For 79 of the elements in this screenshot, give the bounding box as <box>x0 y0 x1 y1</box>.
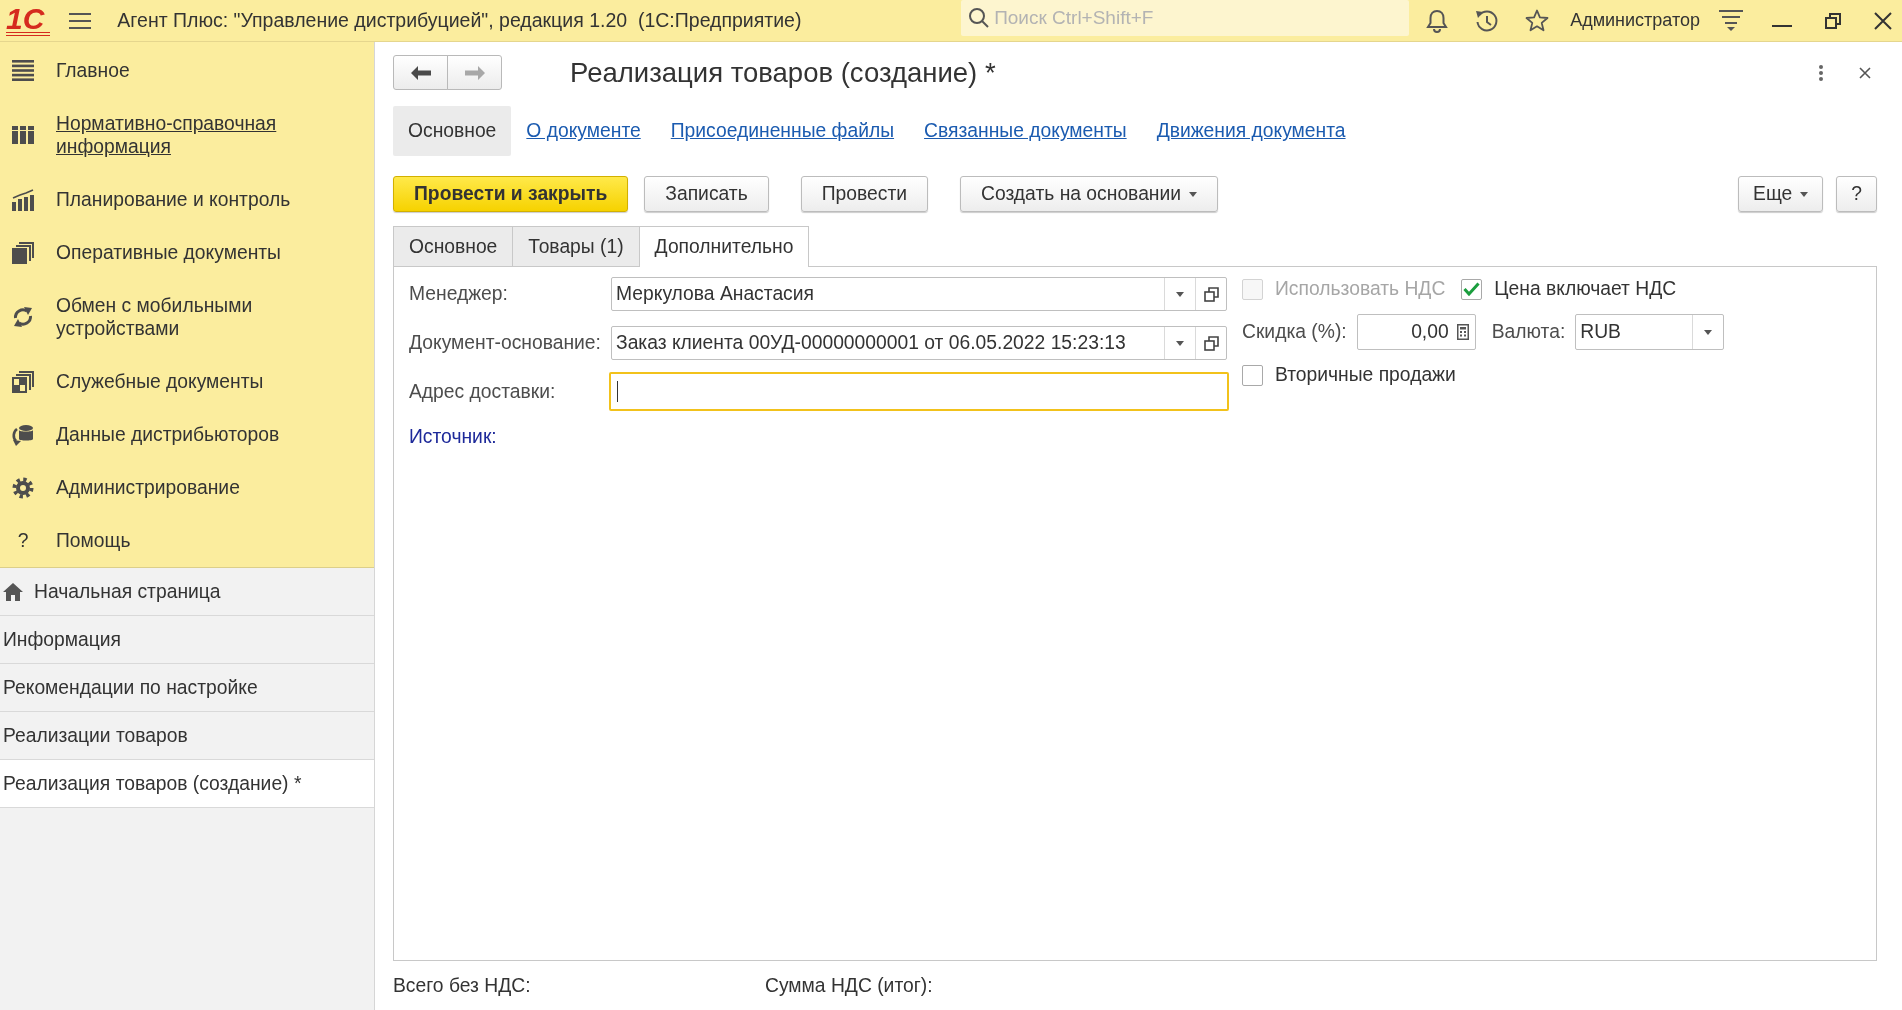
form-title: Реализация товаров (создание) * <box>570 56 996 89</box>
checkbox[interactable] <box>1461 278 1483 300</box>
sidebar-item[interactable]: Администрирование <box>12 476 240 499</box>
input-field[interactable] <box>609 372 1229 411</box>
caret-icon <box>1176 340 1184 346</box>
calculator-icon[interactable] <box>1456 324 1469 340</box>
caret-icon <box>1800 191 1809 197</box>
field-label: Валюта: <box>1491 320 1566 344</box>
close-icon[interactable] <box>1859 66 1871 79</box>
form-tab[interactable]: Связанные документы <box>909 106 1142 156</box>
lines-menu-icon[interactable] <box>1719 10 1743 31</box>
list-icon <box>12 60 34 81</box>
help-icon: ? <box>12 529 34 552</box>
checkmark-icon <box>1463 282 1481 296</box>
menu-button[interactable]: Еще <box>1738 176 1824 212</box>
history-icon[interactable] <box>1475 8 1500 33</box>
menu-icon[interactable] <box>69 12 92 29</box>
refresh-icon <box>12 306 34 328</box>
caret-icon <box>1704 329 1713 335</box>
arrow-right-icon <box>464 65 485 80</box>
total-label: Сумма НДС (итог): <box>765 974 933 998</box>
bar-chart-icon <box>12 188 34 211</box>
checkbox[interactable] <box>1242 364 1263 386</box>
form-tab[interactable]: Присоединенные файлы <box>655 106 910 156</box>
settings-icon <box>12 476 34 499</box>
table-icon <box>12 126 34 144</box>
toolbar-button[interactable]: ? <box>1836 176 1877 212</box>
toolbar-button[interactable]: Записать <box>644 176 769 212</box>
total-label: Всего без НДС: <box>393 974 532 998</box>
combo-box[interactable]: Меркулова Анастасия <box>611 277 1227 311</box>
database-icon <box>12 423 34 446</box>
text-cursor <box>617 381 618 402</box>
sidebar-item[interactable]: Обмен с мобильными устройствами <box>12 294 334 340</box>
minimize-icon[interactable] <box>1772 24 1792 27</box>
sidebar-item[interactable]: Служебные документы <box>12 370 264 393</box>
primary-button[interactable]: Провести и закрыть <box>393 176 629 212</box>
window-tab[interactable]: Реализация товаров (создание) * <box>0 760 374 808</box>
toolbar-button[interactable]: Провести <box>800 176 928 212</box>
checkbox-label[interactable]: Цена включает НДС <box>1494 277 1677 301</box>
user-name[interactable]: Администратор <box>1570 9 1700 32</box>
source-label: Источник: <box>409 425 498 449</box>
form-tab[interactable]: Основное <box>393 106 512 156</box>
sidebar-item[interactable]: Планирование и контроль <box>12 188 291 211</box>
page-tab[interactable]: Дополнительно <box>638 226 810 267</box>
search-icon <box>969 8 990 28</box>
form-tab[interactable]: О документе <box>511 106 656 156</box>
sidebar-item[interactable]: Данные дистрибьюторов <box>12 423 280 446</box>
home-icon <box>3 582 23 601</box>
page-tab[interactable]: Основное <box>393 226 514 266</box>
documents-icon <box>12 241 34 264</box>
open-window-icon <box>1203 335 1219 351</box>
restore-icon[interactable] <box>1825 12 1841 29</box>
documents-icon <box>12 370 34 393</box>
sidebar-item[interactable]: Нормативно-справочная информация <box>12 112 334 158</box>
sidebar-item[interactable]: ? Помощь <box>12 529 131 552</box>
back-button[interactable] <box>393 55 448 90</box>
field-label: Скидка (%): <box>1242 320 1347 344</box>
page-tab[interactable]: Товары (1) <box>512 226 640 266</box>
window-title: Агент Плюс: "Управление дистрибуцией", редакция 1.20 (1С:Предприятие) <box>117 8 803 33</box>
sidebar-item[interactable]: Оперативные документы <box>12 241 281 264</box>
star-icon[interactable] <box>1525 9 1550 32</box>
combo-box[interactable]: RUB <box>1575 314 1725 350</box>
close-icon[interactable] <box>1874 11 1892 30</box>
menu-button[interactable]: Создать на основании <box>960 176 1219 212</box>
combo-box[interactable]: Заказ клиента 00УД-00000000001 от 06.05.2022 15:23:13 <box>611 326 1227 360</box>
field-label: Адрес доставки: <box>409 379 557 404</box>
more-icon[interactable] <box>1819 64 1823 81</box>
sidebar-item[interactable]: Главное <box>12 59 130 82</box>
caret-icon <box>1189 191 1198 197</box>
number-field[interactable]: 0,00 <box>1356 314 1476 350</box>
checkbox-label[interactable]: Вторичные продажи <box>1275 363 1456 387</box>
open-window-icon <box>1203 286 1219 302</box>
form-tab[interactable]: Движения документа <box>1141 106 1361 156</box>
app-logo: 1С <box>6 5 51 36</box>
field-label: Документ-основание: <box>409 331 602 355</box>
field-label: Менеджер: <box>409 282 509 306</box>
bell-icon[interactable] <box>1426 8 1449 33</box>
arrow-left-icon <box>410 65 431 80</box>
caret-icon <box>1176 291 1184 297</box>
